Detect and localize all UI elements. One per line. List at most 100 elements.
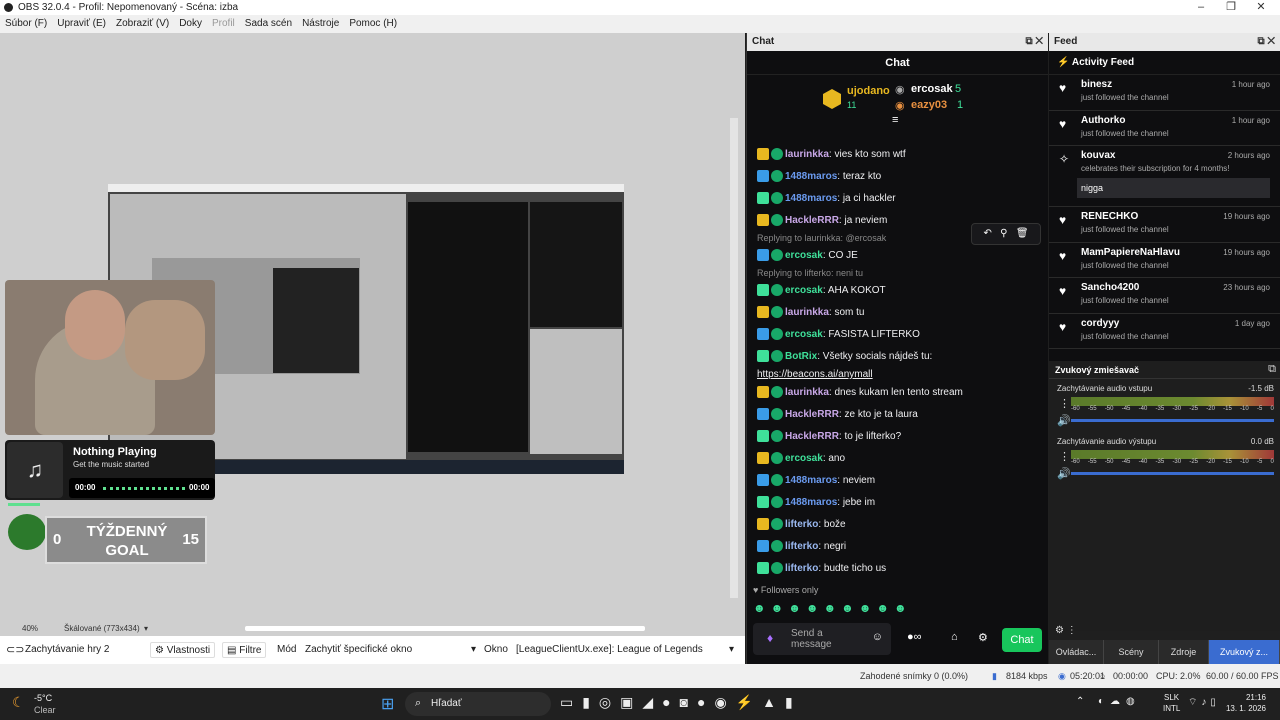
chat-message[interactable]: 1488maros: teraz kto <box>747 166 1047 188</box>
minimize-button[interactable]: – <box>1186 0 1216 15</box>
menu-docks[interactable]: Doky <box>179 15 202 33</box>
tab-scenes[interactable]: Scény <box>1104 640 1159 664</box>
feed-item[interactable]: ♥ Sancho4200 just followed the channel 23 h… <box>1049 278 1280 314</box>
mixer-ch1-menu-icon[interactable]: ⋮ <box>1059 397 1070 410</box>
taskbar-search[interactable]: ⌕ Hľadať <box>405 692 551 716</box>
chat-username[interactable]: laurinkka <box>785 307 829 318</box>
chat-message[interactable]: laurinkka: vies kto som wtf <box>747 144 1047 166</box>
speaker-icon[interactable]: 🔊 <box>1057 414 1071 427</box>
chat-username[interactable]: HackleRRR <box>785 431 839 442</box>
chat-username[interactable]: 1488maros <box>785 497 837 508</box>
preview-hscrollbar[interactable] <box>245 626 645 631</box>
zoom-level[interactable]: 40% <box>22 622 38 636</box>
menu-help[interactable]: Pomoc (H) <box>349 15 397 33</box>
chat-username[interactable]: ercosak <box>785 329 823 340</box>
chat-username[interactable]: laurinkka <box>785 149 829 160</box>
tray-icons[interactable]: ◐☁◍ <box>1098 696 1141 707</box>
tab-sources[interactable]: Zdroje <box>1159 640 1209 664</box>
keyboard-lang[interactable]: SLK <box>1164 693 1179 702</box>
music-bar-accent <box>8 503 40 506</box>
chat-message[interactable]: lifterko: bože <box>747 514 1047 536</box>
mixer-ch1-slider[interactable] <box>1071 419 1274 422</box>
chat-username[interactable]: ercosak <box>785 250 823 261</box>
filters-button[interactable]: ▤ Filtre <box>222 642 267 658</box>
chat-username[interactable]: ercosak <box>785 453 823 464</box>
chat-username[interactable]: HackleRRR <box>785 409 839 420</box>
feed-item[interactable]: ♥ MamPapiereNaHlavu just followed the chan… <box>1049 243 1280 278</box>
music-widget: ♫ Nothing Playing Get the music started … <box>5 440 215 500</box>
chat-username[interactable]: lifterko <box>785 519 818 530</box>
settings-icon[interactable]: ⚙ <box>978 631 988 644</box>
chat-message[interactable]: HackleRRR: to je lifterko? <box>747 426 1047 448</box>
chat-send-button[interactable]: Chat <box>1002 628 1042 652</box>
mic-icon[interactable]: ♦ <box>767 631 773 645</box>
chat-input[interactable]: ♦ Send a message ☺ <box>753 623 891 655</box>
dock-close-icon[interactable]: ⧉ ✕ <box>1025 33 1043 51</box>
tray-system-icons[interactable]: ⌔♪▯ <box>1188 696 1220 709</box>
store-icon[interactable]: ⌂ <box>951 631 958 643</box>
emoji-icon[interactable]: ☺ <box>872 631 883 643</box>
mixer-ch2-slider[interactable] <box>1071 472 1274 475</box>
chat-username[interactable]: BotRix <box>785 351 817 362</box>
keyboard-layout[interactable]: INTL <box>1163 704 1180 713</box>
menu-profile[interactable]: Profil <box>212 15 235 33</box>
chat-message[interactable]: lifterko: negri <box>747 536 1047 558</box>
tray-chevron-icon[interactable]: ⌃ <box>1076 696 1084 707</box>
feed-item[interactable]: ✧ kouvax celebrates their subscription for… <box>1049 146 1280 207</box>
chat-message[interactable]: laurinkka: som tu <box>747 302 1047 324</box>
chat-username[interactable]: ercosak <box>785 285 823 296</box>
menu-scene-collection[interactable]: Sada scén <box>245 15 292 33</box>
chat-message[interactable]: 1488maros: ja ci hackler <box>747 188 1047 210</box>
scale-dropdown-icon[interactable]: ▾ <box>144 622 148 636</box>
speaker-icon[interactable]: 🔊 <box>1057 467 1071 480</box>
menu-edit[interactable]: Upraviť (E) <box>57 15 106 33</box>
mode-select[interactable]: Zachytiť špecifické okno ▾ <box>300 641 478 659</box>
chat-username[interactable]: lifterko <box>785 563 818 574</box>
collapse-icon[interactable]: ≡ <box>892 114 898 126</box>
close-button[interactable]: ✕ <box>1246 0 1276 15</box>
feed-item[interactable]: ♥ binesz just followed the channel 1 hour a… <box>1049 75 1280 111</box>
leader2-count: 5 <box>955 83 962 95</box>
windows-start-icon[interactable]: ⊞ <box>381 694 394 714</box>
delete-icon[interactable]: 🗑 <box>1016 228 1029 239</box>
feed-item[interactable]: ♥ cordyyy just followed the channel 1 day a… <box>1049 314 1280 349</box>
pin-icon[interactable]: ⚲ <box>1000 228 1007 239</box>
chat-message[interactable]: ercosak: CO JE <box>747 245 1047 267</box>
chat-username[interactable]: 1488maros <box>785 475 837 486</box>
chat-text: AHA KOKOT <box>827 285 886 296</box>
mixer-settings-icon[interactable]: ⚙ ⋮ <box>1055 625 1077 636</box>
emote-bar[interactable]: ☻☻☻☻☻☻☻☻☻ <box>753 601 912 617</box>
chat-message[interactable]: ercosak: FASISTA LIFTERKO <box>747 324 1047 346</box>
chat-message[interactable]: BotRix: Všetky socials nájdeš tu: <box>747 346 1047 368</box>
chat-username[interactable]: 1488maros <box>785 193 837 204</box>
chat-message[interactable]: ercosak: ano <box>747 448 1047 470</box>
chat-username[interactable]: lifterko <box>785 541 818 552</box>
taskbar-apps[interactable]: ▭▮◎▣◢●◙●◉⚡▲▮ <box>560 694 802 711</box>
dock-float-icon[interactable]: ⧉ <box>1268 363 1276 376</box>
chat-message[interactable]: lifterko: budte ticho us <box>747 558 1047 574</box>
maximize-button[interactable]: ❐ <box>1216 0 1246 15</box>
tab-controls[interactable]: Ovládac... <box>1049 640 1104 664</box>
window-select[interactable]: [LeagueClientUx.exe]: League of Legends ▾ <box>511 641 736 659</box>
chat-message[interactable]: 1488maros: jebe im <box>747 492 1047 514</box>
chat-username[interactable]: HackleRRR <box>785 215 839 226</box>
chat-message[interactable]: HackleRRR: ze kto je ta laura <box>747 404 1047 426</box>
reply-icon[interactable]: ↶ <box>983 228 991 239</box>
chat-message[interactable]: laurinkka: dnes kukam len tento stream <box>747 382 1047 404</box>
properties-button[interactable]: ⚙ Vlastnosti <box>150 642 216 658</box>
chat-link[interactable]: https://beacons.ai/anymall <box>747 368 1047 382</box>
preview-scrollbar[interactable] <box>730 118 738 598</box>
chat-message[interactable]: 1488maros: neviem <box>747 470 1047 492</box>
menu-tools[interactable]: Nástroje <box>302 15 339 33</box>
menu-view[interactable]: Zobraziť (V) <box>116 15 169 33</box>
feed-item[interactable]: ♥ Authorko just followed the channel 1 hour… <box>1049 111 1280 146</box>
chat-message[interactable]: ercosak: AHA KOKOT <box>747 280 1047 302</box>
tab-audio-mixer[interactable]: Zvukový z... <box>1209 640 1280 664</box>
mixer-ch2-menu-icon[interactable]: ⋮ <box>1059 450 1070 463</box>
bits-icon[interactable]: ●∞ <box>907 631 922 643</box>
chat-username[interactable]: 1488maros <box>785 171 837 182</box>
dock-close-icon[interactable]: ⧉ ✕ <box>1257 33 1275 51</box>
menu-file[interactable]: Súbor (F) <box>5 15 47 33</box>
feed-item[interactable]: ♥ RENECHKO just followed the channel 19 hou… <box>1049 207 1280 243</box>
chat-username[interactable]: laurinkka <box>785 387 829 398</box>
